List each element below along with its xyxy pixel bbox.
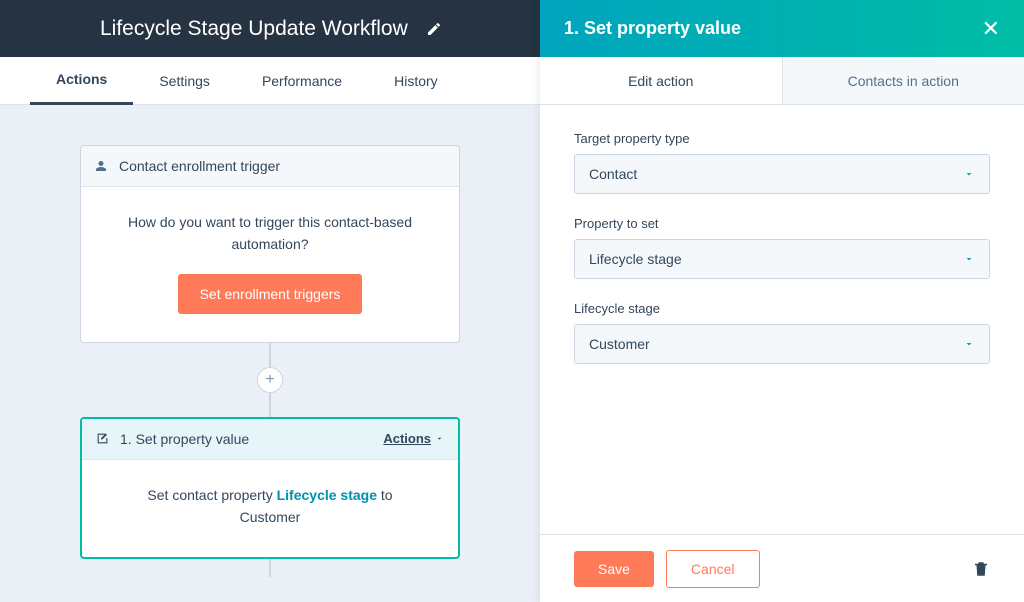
field-target-type: Target property type Contact	[574, 131, 990, 194]
panel-tabs: Edit action Contacts in action	[540, 57, 1024, 105]
target-type-select[interactable]: Contact	[574, 154, 990, 194]
add-step-button[interactable]: +	[257, 367, 283, 393]
tab-actions[interactable]: Actions	[30, 57, 133, 105]
action-card-header: 1. Set property value Actions	[82, 419, 458, 460]
caret-down-icon	[963, 168, 975, 180]
action-card-actions-dropdown[interactable]: Actions	[383, 431, 444, 446]
tab-label: Performance	[262, 73, 342, 89]
trigger-card-body: How do you want to trigger this contact-…	[81, 187, 459, 342]
panel-tab-contacts[interactable]: Contacts in action	[782, 57, 1024, 104]
trash-icon[interactable]	[972, 560, 990, 578]
caret-down-icon	[963, 338, 975, 350]
cancel-button[interactable]: Cancel	[666, 550, 760, 588]
connector-line	[269, 393, 271, 417]
panel-footer: Save Cancel	[540, 534, 1024, 602]
panel-header: 1. Set property value ✕	[540, 0, 1024, 57]
action-card[interactable]: 1. Set property value Actions Set contac…	[80, 417, 460, 559]
panel-tab-edit[interactable]: Edit action	[540, 57, 782, 104]
trigger-card-header: Contact enrollment trigger	[81, 146, 459, 187]
close-icon[interactable]: ✕	[982, 16, 1000, 42]
action-body-text: to	[377, 487, 393, 503]
tab-label: Settings	[159, 73, 210, 89]
panel-title: 1. Set property value	[564, 18, 741, 39]
connector-line	[269, 343, 271, 367]
actions-label: Actions	[383, 431, 431, 446]
field-label: Property to set	[574, 216, 990, 231]
field-label: Lifecycle stage	[574, 301, 990, 316]
stage-select[interactable]: Customer	[574, 324, 990, 364]
property-select[interactable]: Lifecycle stage	[574, 239, 990, 279]
action-card-body: Set contact property Lifecycle stage to …	[82, 460, 458, 557]
select-value: Lifecycle stage	[589, 251, 682, 267]
side-panel: 1. Set property value ✕ Edit action Cont…	[540, 0, 1024, 602]
action-card-title: 1. Set property value	[120, 431, 249, 447]
trigger-card-title: Contact enrollment trigger	[119, 158, 280, 174]
set-triggers-button[interactable]: Set enrollment triggers	[178, 274, 363, 314]
save-button[interactable]: Save	[574, 551, 654, 587]
tab-history[interactable]: History	[368, 57, 464, 105]
person-icon	[95, 160, 109, 172]
field-label: Target property type	[574, 131, 990, 146]
caret-down-icon	[963, 253, 975, 265]
pencil-icon[interactable]	[426, 21, 442, 37]
panel-tab-label: Contacts in action	[848, 73, 959, 89]
action-body-text: Set contact property	[147, 487, 276, 503]
select-value: Contact	[589, 166, 637, 182]
connector-line	[269, 559, 271, 577]
workflow-title: Lifecycle Stage Update Workflow	[100, 17, 408, 41]
trigger-question: How do you want to trigger this contact-…	[109, 211, 431, 256]
chevron-down-icon	[435, 434, 444, 443]
field-stage: Lifecycle stage Customer	[574, 301, 990, 364]
tab-performance[interactable]: Performance	[236, 57, 368, 105]
tab-label: History	[394, 73, 438, 89]
property-link[interactable]: Lifecycle stage	[277, 487, 377, 503]
title-bar: Lifecycle Stage Update Workflow	[0, 0, 540, 57]
tab-settings[interactable]: Settings	[133, 57, 236, 105]
edit-square-icon	[96, 432, 110, 445]
workflow-editor-left: Lifecycle Stage Update Workflow Actions …	[0, 0, 540, 602]
panel-body: Target property type Contact Property to…	[540, 105, 1024, 534]
select-value: Customer	[589, 336, 650, 352]
action-body-value: Customer	[240, 509, 301, 525]
tab-label: Actions	[56, 71, 107, 87]
panel-tab-label: Edit action	[628, 73, 693, 89]
main-tabs: Actions Settings Performance History	[0, 57, 540, 105]
trigger-card[interactable]: Contact enrollment trigger How do you wa…	[80, 145, 460, 343]
workflow-canvas: Contact enrollment trigger How do you wa…	[0, 105, 540, 602]
field-property: Property to set Lifecycle stage	[574, 216, 990, 279]
